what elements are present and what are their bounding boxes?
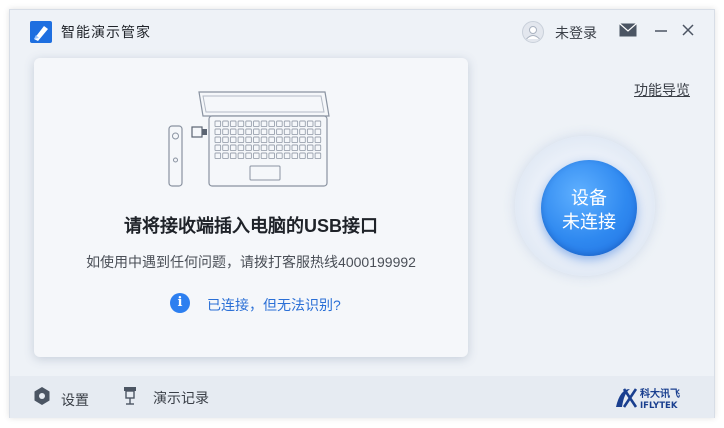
presentation-record-label: 演示记录 [153,390,209,406]
device-status-line1: 设备 [571,188,607,208]
connection-instruction-heading: 请将接收端插入电脑的USB接口 [123,216,378,236]
mail-icon[interactable] [619,23,637,37]
login-status-label[interactable]: 未登录 [555,23,597,43]
svg-text:科大讯飞: 科大讯飞 [640,387,680,400]
connection-card: 请将接收端插入电脑的USB接口 如使用中遇到任何问题，请拨打客服热线400019… [34,58,468,357]
close-icon[interactable] [680,22,696,38]
iflytek-logo: 科大讯飞 IFLYTEK [616,387,680,411]
device-status-button[interactable]: 设备 未连接 [541,160,637,256]
user-avatar-icon[interactable] [522,21,544,43]
minimize-icon[interactable] [654,22,668,38]
app-title: 智能演示管家 [61,24,151,40]
support-hotline-tip: 如使用中遇到任何问题，请拨打客服热线4000199992 [86,254,416,270]
app-logo-icon [30,21,52,43]
title-bar: 智能演示管家 未登录 [10,10,714,54]
connected-but-unrecognized-link[interactable]: 已连接，但无法识别? [207,295,341,315]
bottom-bar: 设置 演示记录 科大讯飞 IFLYTEK [10,376,714,418]
settings-label: 设置 [61,392,89,408]
feature-guide-link[interactable]: 功能导览 [634,80,690,100]
presentation-record-icon [124,387,136,405]
laptop-receiver-illustration [168,91,330,187]
settings-gear-icon [34,387,50,405]
svg-text:IFLYTEK: IFLYTEK [640,401,678,411]
info-icon: i [170,293,190,313]
device-status-line2: 未连接 [562,212,616,232]
app-window: 智能演示管家 未登录 请将接收端插入电脑的USB接口 如使用中遇到任何问题，请拨… [9,9,715,418]
